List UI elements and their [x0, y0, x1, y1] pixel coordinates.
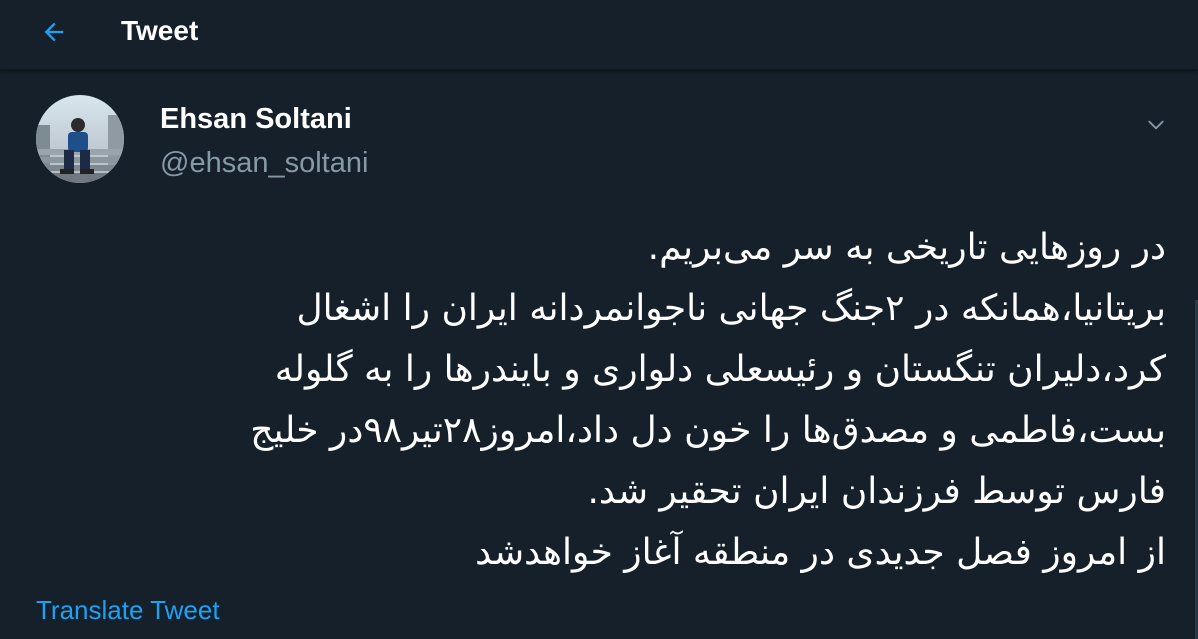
top-bar: Tweet — [0, 0, 1198, 70]
avatar[interactable] — [36, 95, 124, 183]
tweet-text-line: از امروز فصل جدیدی در منطقه آغاز خواهدشد — [475, 532, 1166, 573]
tweet-page: Tweet Ehsan Soltani @ehsan_soltani در رو… — [0, 0, 1198, 639]
tweet-text-line: بریتانیا،همانکه در ۲جنگ جهانی ناجوانمردا… — [296, 288, 1166, 329]
back-button[interactable] — [34, 12, 74, 52]
tweet-text-line: کرد،دلیران تنگستان و رئیسعلی دلواری و با… — [274, 349, 1166, 390]
tweet-text: در روزهایی تاریخی به سر می‌بریم. بریتانی… — [66, 217, 1166, 583]
tweet-text-line: فارس توسط فرزندان ایران تحقیر شد. — [587, 471, 1166, 512]
avatar-photo — [36, 95, 124, 183]
chevron-down-icon — [1148, 120, 1164, 130]
tweet-text-line: بست،فاطمی و مصدق‌ها را خون دل داد،امروز۲… — [250, 410, 1166, 451]
tweet-text-line: در روزهایی تاریخی به سر می‌بریم. — [647, 227, 1166, 268]
tweet-menu-button[interactable] — [1142, 111, 1170, 139]
author-handle[interactable]: @ehsan_soltani — [160, 145, 368, 181]
arrow-left-icon — [44, 22, 64, 42]
author-name[interactable]: Ehsan Soltani — [160, 101, 352, 137]
translate-tweet-link[interactable]: Translate Tweet — [36, 593, 220, 627]
page-title: Tweet — [121, 15, 199, 46]
